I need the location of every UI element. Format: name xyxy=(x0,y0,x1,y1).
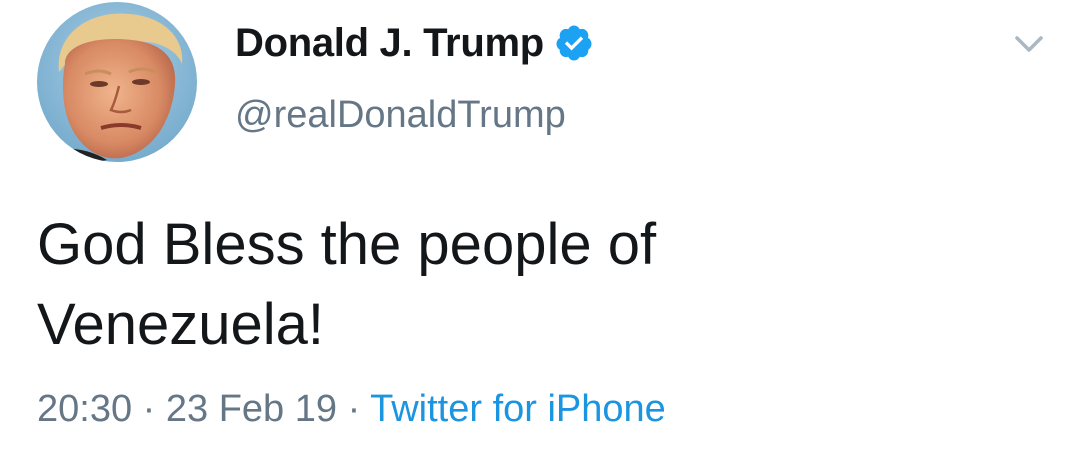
tweet-time[interactable]: 20:30 xyxy=(37,388,132,430)
tweet-card: Donald J. Trump @realDonaldTrump God Ble… xyxy=(0,0,1080,455)
tweet-metadata: 20:30 · 23 Feb 19 · Twitter for iPhone xyxy=(37,388,666,431)
verified-badge-icon xyxy=(554,23,594,63)
chevron-down-icon[interactable] xyxy=(1010,24,1048,62)
author-handle[interactable]: @realDonaldTrump xyxy=(235,94,566,137)
avatar-image xyxy=(37,2,197,162)
tweet-text: God Bless the people of Venezuela! xyxy=(37,205,1037,365)
avatar[interactable] xyxy=(37,2,197,162)
tweet-text-line: Venezuela! xyxy=(37,292,325,357)
meta-separator: · xyxy=(142,388,156,430)
tweet-source-link[interactable]: Twitter for iPhone xyxy=(370,388,666,430)
tweet-text-line: God Bless the people of xyxy=(37,212,657,277)
meta-separator: · xyxy=(347,388,361,430)
author-name-row: Donald J. Trump xyxy=(235,18,594,68)
tweet-date[interactable]: 23 Feb 19 xyxy=(166,388,337,430)
display-name[interactable]: Donald J. Trump xyxy=(235,21,544,66)
